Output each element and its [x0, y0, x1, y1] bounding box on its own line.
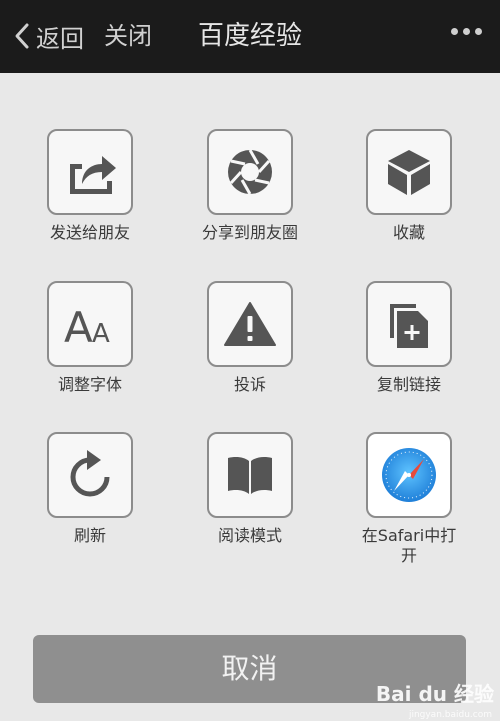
- copy-link-tile[interactable]: [366, 281, 452, 367]
- send-to-friend-tile[interactable]: [47, 129, 133, 215]
- adjust-font-item[interactable]: A A 调整字体: [35, 281, 145, 395]
- more-dot: [451, 28, 458, 35]
- share-moments-tile[interactable]: [207, 129, 293, 215]
- copy-link-icon: [390, 304, 428, 348]
- svg-text:A: A: [64, 303, 93, 346]
- report-label: 投诉: [233, 375, 266, 394]
- share-moments-item[interactable]: 分享到朋友圈: [195, 129, 305, 243]
- refresh-item[interactable]: 刷新: [35, 432, 145, 546]
- share-arrow-icon: [70, 156, 116, 194]
- reading-mode-tile[interactable]: [207, 432, 293, 518]
- warning-icon: [224, 302, 276, 346]
- reading-mode-item[interactable]: 阅读模式: [195, 432, 305, 546]
- refresh-label: 刷新: [73, 526, 106, 545]
- baidu-jingyan-watermark: Bai du 经验: [375, 682, 494, 706]
- svg-text:A: A: [92, 319, 110, 346]
- favorite-tile[interactable]: [366, 129, 452, 215]
- refresh-icon: [70, 450, 110, 497]
- adjust-font-tile[interactable]: A A: [47, 281, 133, 367]
- page-title: 百度经验: [0, 18, 500, 54]
- send-to-friend-label: 发送给朋友: [49, 223, 130, 242]
- safari-compass-icon: [382, 448, 436, 502]
- open-in-safari-tile[interactable]: [366, 432, 452, 518]
- moments-shutter-icon: [228, 149, 272, 195]
- report-tile[interactable]: [207, 281, 293, 367]
- share-moments-label: 分享到朋友圈: [201, 223, 298, 242]
- more-dot: [475, 28, 482, 35]
- copy-link-label: 复制链接: [376, 375, 441, 394]
- favorite-label: 收藏: [392, 223, 425, 242]
- open-in-safari-item[interactable]: 在Safari中打开: [354, 432, 464, 566]
- open-in-safari-label: 在Safari中打开: [361, 526, 457, 565]
- page-title-text: 百度经验: [197, 21, 302, 51]
- reading-mode-label: 阅读模式: [217, 526, 282, 545]
- book-icon: [228, 457, 272, 494]
- copy-link-item[interactable]: 复制链接: [354, 281, 464, 395]
- report-item[interactable]: 投诉: [195, 281, 305, 395]
- cube-icon: [388, 150, 430, 195]
- send-to-friend-item[interactable]: 发送给朋友: [35, 129, 145, 243]
- favorite-item[interactable]: 收藏: [354, 129, 464, 243]
- more-dot: [463, 28, 470, 35]
- refresh-tile[interactable]: [47, 432, 133, 518]
- watermark-url: jingyan.baidu.com: [408, 710, 492, 720]
- adjust-font-label: 调整字体: [57, 375, 122, 394]
- top-nav-bar: 返回 关闭 百度经验: [0, 0, 500, 73]
- more-menu-button[interactable]: [451, 28, 482, 35]
- font-size-icon: A A: [64, 303, 110, 346]
